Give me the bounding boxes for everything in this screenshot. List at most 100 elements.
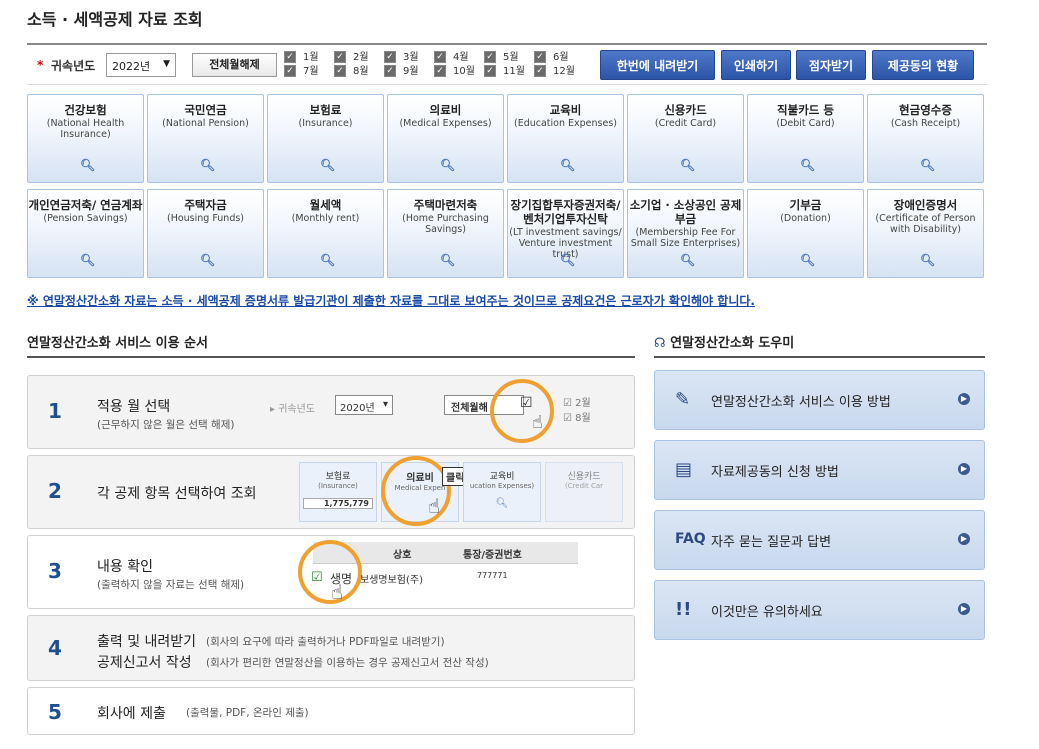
category-tile[interactable]: 교육비 (Education Expenses) 🔍︎: [507, 94, 624, 183]
month-label: 11월: [503, 66, 525, 77]
month-label: 12월: [553, 66, 575, 77]
highlight-circle: [381, 456, 451, 526]
steps-divider: [27, 356, 635, 358]
checkbox-icon: ✓: [284, 51, 296, 63]
category-tile[interactable]: 주택마련저축 (Home Purchasing Savings) 🔍︎: [387, 189, 504, 278]
search-icon: 🔍︎: [800, 253, 816, 267]
headset-icon: ☊: [654, 336, 666, 351]
category-tile[interactable]: 기부금 (Donation) 🔍︎: [747, 189, 864, 278]
category-tile[interactable]: 현금영수증 (Cash Receipt) 🔍︎: [867, 94, 984, 183]
step-number: 1: [48, 399, 62, 423]
category-label-en: (Cash Receipt): [890, 118, 961, 129]
helper-label: 자료제공동의 신청 방법: [711, 465, 839, 480]
category-tile[interactable]: 주택자금 (Housing Funds) 🔍︎: [147, 189, 264, 278]
category-label: 보험료: [309, 103, 342, 117]
illus-year-value: 2020년: [340, 403, 375, 414]
checkbox-icon: ✓: [484, 51, 496, 63]
step-title: 내용 확인: [97, 559, 153, 575]
edit-document-icon: ✎: [675, 389, 691, 410]
search-icon: 🔍︎: [440, 158, 456, 172]
month-checkbox[interactable]: ✓ 3월: [384, 51, 419, 65]
helper-section-title: ☊ 연말정산간소화 도우미: [654, 332, 794, 351]
year-select[interactable]: 2022년 ▼: [106, 53, 176, 77]
category-tile[interactable]: 개인연금저축/ 연금계좌 (Pension Savings) 🔍︎: [27, 189, 144, 278]
step-title-2: 공제신고서 작성: [97, 655, 192, 671]
month-checkbox[interactable]: ✓ 10월: [434, 65, 475, 79]
helper-title-text: 연말정산간소화 도우미: [670, 336, 795, 351]
provider-status-button[interactable]: 제공동의 현황: [872, 50, 974, 80]
illus-tile-label: 보험료: [325, 472, 351, 482]
illus-tile-en: (Credit Car: [564, 482, 604, 490]
month-checkbox[interactable]: ✓ 2월: [334, 51, 369, 65]
clear-all-months-button[interactable]: 전체월해제: [192, 53, 277, 77]
month-checkbox[interactable]: ✓ 6월: [534, 51, 569, 65]
category-tile[interactable]: 국민연금 (National Pension) 🔍︎: [147, 94, 264, 183]
step-title: 각 공제 항목 선택하여 조회: [97, 486, 257, 502]
illus-row-company: 보생명보험(주): [360, 575, 424, 586]
category-tile[interactable]: 건강보험 (National Health Insurance) 🔍︎: [27, 94, 144, 183]
month-checkbox[interactable]: ✓ 4월: [434, 51, 469, 65]
category-label-en: (Debit Card): [776, 118, 835, 129]
month-label: 5월: [503, 52, 519, 63]
category-tile[interactable]: 의료비 (Medical Expenses) 🔍︎: [387, 94, 504, 183]
illus-year-label-text: 귀속년도: [278, 404, 316, 415]
year-toolbar: * 귀속년도 2022년 ▼ 전체월해제 ✓ 1월 ✓ 2월 ✓ 3월 ✓ 4월 ✓ 5월 ✓ 6월 ✓ 7…: [27, 43, 987, 85]
month-checkbox[interactable]: ✓ 8월: [334, 65, 369, 79]
month-checkbox[interactable]: ✓ 7월: [284, 65, 319, 79]
category-label: 주택자금: [184, 198, 227, 212]
category-label-en: (Monthly rent): [291, 213, 360, 224]
helper-usage-guide[interactable]: ✎ 연말정산간소화 서비스 이용 방법 ▶: [654, 370, 985, 430]
helper-cautions[interactable]: !! 이것만은 유의하세요 ▶: [654, 580, 985, 640]
category-tile[interactable]: 월세액 (Monthly rent) 🔍︎: [267, 189, 384, 278]
category-label-en: (Medical Expenses): [399, 118, 492, 129]
month-checkbox[interactable]: ✓ 1월: [284, 51, 319, 65]
month-checkbox[interactable]: ✓ 11월: [484, 65, 525, 79]
month-label: 10월: [453, 66, 475, 77]
step-desc: (출력물, PDF, 온라인 제출): [186, 707, 309, 719]
download-all-button[interactable]: 한번에 내려받기: [600, 50, 715, 80]
faq-icon: FAQ: [675, 531, 706, 547]
month-label: 1월: [303, 52, 319, 63]
highlight-circle: [490, 379, 554, 443]
search-icon: 🔍︎: [440, 253, 456, 267]
helper-consent-guide[interactable]: ▤ 자료제공동의 신청 방법 ▶: [654, 440, 985, 500]
category-label-en: (Education Expenses): [514, 118, 617, 129]
category-label: 직불카드 등: [777, 103, 834, 117]
category-tile[interactable]: 소기업 · 소상공인 공제부금 (Membership Fee For Small…: [627, 189, 744, 278]
category-tile[interactable]: 신용카드 (Credit Card) 🔍︎: [627, 94, 744, 183]
category-label-en: (Housing Funds): [166, 213, 245, 224]
illus-tile-en: (Insurance): [318, 482, 358, 490]
category-label: 장기집합투자증권저축/ 벤처기업투자신탁: [510, 198, 621, 226]
step-2: 2 각 공제 항목 선택하여 조회 보험료 (Insurance) 1,775,…: [27, 455, 635, 529]
helper-faq[interactable]: FAQ 자주 묻는 질문과 답변 ▶: [654, 510, 985, 570]
category-tile[interactable]: 장기집합투자증권저축/ 벤처기업투자신탁 (LT investment savin…: [507, 189, 624, 278]
month-label: 4월: [453, 52, 469, 63]
checkbox-icon: ✓: [384, 65, 396, 77]
hand-pointer-icon: ☝: [532, 412, 543, 433]
step-desc: (회사의 요구에 따라 출력하거나 PDF파일로 내려받기): [206, 636, 445, 648]
chevron-right-icon: ▶: [958, 603, 970, 615]
illus-amount: 1,775,779: [303, 498, 373, 509]
checkbox-icon: ☑: [520, 395, 533, 411]
helper-label: 자주 묻는 질문과 답변: [711, 535, 832, 550]
search-icon: 🔍︎: [495, 498, 509, 509]
search-icon: 🔍︎: [80, 253, 96, 267]
braille-button[interactable]: 점자받기: [796, 50, 866, 80]
month-checkbox[interactable]: ✓ 5월: [484, 51, 519, 65]
category-tile[interactable]: 보험료 (Insurance) 🔍︎: [267, 94, 384, 183]
month-label: 8월: [353, 66, 369, 77]
step-number: 5: [48, 700, 62, 724]
month-checkbox[interactable]: ✓ 12월: [534, 65, 575, 79]
print-button[interactable]: 인쇄하기: [721, 50, 791, 80]
helper-label: 연말정산간소화 서비스 이용 방법: [711, 395, 891, 410]
chevron-down-icon: ▼: [163, 59, 170, 69]
category-label-en: (Membership Fee For Small Size Enterpris…: [630, 227, 741, 249]
category-label: 개인연금저축/ 연금계좌: [28, 198, 143, 212]
step-1: 1 적용 월 선택 (근무하지 않은 월은 선택 해제) ▸ 귀속년도 2020…: [27, 375, 635, 449]
category-tile[interactable]: 장애인증명서 (Certificate of Person with Disabi…: [867, 189, 984, 278]
notice-text[interactable]: ※ 연말정산간소화 자료는 소득 · 세액공제 증명서류 발급기관이 제출한 자…: [27, 292, 755, 309]
category-tile[interactable]: 직불카드 등 (Debit Card) 🔍︎: [747, 94, 864, 183]
checkbox-icon: ✓: [484, 65, 496, 77]
category-label: 주택마련저축: [413, 198, 478, 212]
month-checkbox[interactable]: ✓ 9월: [384, 65, 419, 79]
